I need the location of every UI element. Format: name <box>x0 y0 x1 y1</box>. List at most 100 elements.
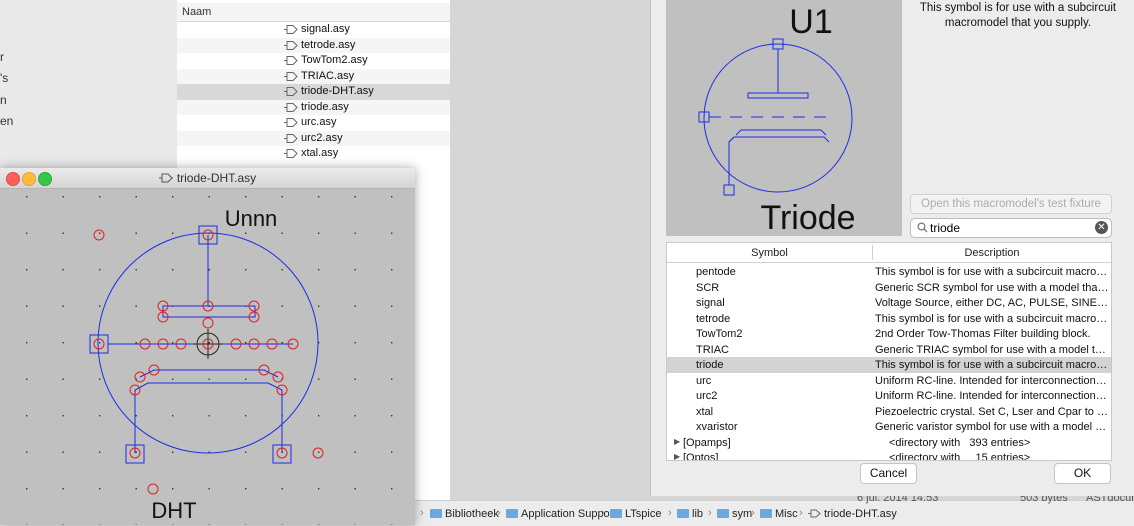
row-description: This symbol is for use with a subcircuit… <box>875 359 1109 371</box>
row-description: This symbol is for use with a subcircuit… <box>875 266 1109 278</box>
plate-electrode[interactable] <box>162 305 256 318</box>
table-row[interactable]: TowTom2 2nd Order Tow-Thomas Filter build… <box>667 326 1111 342</box>
directory-row[interactable]: ▶ [Optos] <directory with 15 entries> <box>667 450 1111 460</box>
sidebar-item[interactable]: n <box>0 93 7 107</box>
column-header-name[interactable]: Naam <box>182 6 211 18</box>
disclosure-triangle-icon[interactable]: ▶ <box>674 437 680 446</box>
grid-dot <box>62 342 64 344</box>
path-crumb[interactable]: sym <box>717 508 752 520</box>
row-symbol: triode <box>696 359 724 371</box>
table-row[interactable]: pentode This symbol is for use with a sub… <box>667 264 1111 280</box>
row-symbol: signal <box>696 297 725 309</box>
file-row[interactable]: signal.asy <box>177 22 450 38</box>
vertex-handle[interactable] <box>147 483 159 495</box>
file-row[interactable]: urc2.asy <box>177 130 450 146</box>
row-symbol: xtal <box>696 405 714 418</box>
chevron-right-icon: › <box>708 507 712 519</box>
filament-lower[interactable] <box>134 382 283 391</box>
file-row[interactable]: TowTom2.asy <box>177 53 450 69</box>
grid-dot <box>135 415 137 417</box>
path-crumb[interactable]: lib <box>677 508 703 520</box>
folder-icon <box>717 509 729 518</box>
grid-dot <box>391 196 393 198</box>
path-crumb-label: lib <box>692 508 704 520</box>
symbol-file-icon <box>284 71 298 81</box>
open-test-fixture-button[interactable]: Open this macromodel's test fixture <box>910 194 1112 214</box>
path-crumb[interactable]: Bibliotheek <box>430 508 499 520</box>
file-name: urc.asy <box>301 116 337 128</box>
table-row[interactable]: urc Uniform RC-line. Intended for interco… <box>667 373 1111 389</box>
column-symbol[interactable]: Symbol <box>667 247 872 259</box>
finder-column-header[interactable]: Naam <box>177 3 450 22</box>
editor-titlebar[interactable]: triode-DHT.asy <box>0 168 415 189</box>
table-row[interactable]: SCR Generic SCR symbol for use with a mod… <box>667 280 1111 296</box>
grid-dot <box>26 342 28 344</box>
sidebar-item[interactable]: en <box>0 114 13 128</box>
chevron-right-icon: › <box>497 507 501 519</box>
grid-dot <box>26 232 28 234</box>
symbol-file-icon <box>158 173 173 183</box>
path-crumb[interactable]: Application Support <box>506 508 616 520</box>
filament-upper[interactable] <box>139 369 279 378</box>
file-row[interactable]: tetrode.asy <box>177 37 450 53</box>
vertex-handle[interactable] <box>202 317 214 329</box>
search-input[interactable] <box>930 220 1090 235</box>
instname-label[interactable]: Unnn <box>225 206 278 231</box>
grid-dot <box>281 269 283 271</box>
value-label[interactable]: DHT <box>151 498 196 523</box>
grid-dot <box>172 451 174 453</box>
sidebar-item[interactable]: 's <box>0 71 8 85</box>
grid-dot <box>318 196 320 198</box>
table-row[interactable]: TRIAC Generic TRIAC symbol for use with a… <box>667 342 1111 358</box>
file-row[interactable]: xtal.asy <box>177 146 450 162</box>
grid-dot <box>62 196 64 198</box>
file-name: TowTom2.asy <box>301 54 368 66</box>
sidebar-item[interactable]: r <box>0 50 4 64</box>
cancel-button[interactable]: Cancel <box>860 463 917 484</box>
row-symbol: urc2 <box>696 390 718 402</box>
path-crumb-label: LTspice <box>625 508 662 520</box>
path-crumb[interactable]: LTspice <box>610 508 661 520</box>
grid-dot <box>99 378 101 380</box>
search-field[interactable]: ✕ <box>910 218 1112 238</box>
vertex-handle[interactable] <box>312 447 324 459</box>
pin-grid[interactable] <box>89 334 109 354</box>
row-description: Uniform RC-line. Intended for interconne… <box>875 374 1109 387</box>
symbol-file-icon <box>284 56 298 65</box>
vertex-handle[interactable] <box>93 229 105 241</box>
row-symbol: TowTom2 <box>696 328 743 340</box>
symbol-canvas[interactable]: Unnn DHT <box>0 189 415 525</box>
disclosure-triangle-icon[interactable]: ▶ <box>674 452 680 460</box>
path-crumb[interactable]: Misc <box>760 508 798 520</box>
table-row[interactable]: tetrode This symbol is for use with a sub… <box>667 311 1111 327</box>
grid-dot <box>99 415 101 417</box>
file-row[interactable]: triode.asy <box>177 99 450 115</box>
file-row[interactable]: triode-DHT.asy <box>177 84 450 100</box>
vertex-handle[interactable] <box>93 338 105 350</box>
file-row[interactable]: TRIAC.asy <box>177 68 450 84</box>
ok-button[interactable]: OK <box>1054 463 1111 484</box>
grid-dot <box>208 342 210 344</box>
grid-dot <box>354 451 356 453</box>
row-description: Generic varistor symbol for use with a m… <box>875 421 1109 433</box>
table-row[interactable]: xtal Piezoelectric crystal. Set C, Lser a… <box>667 404 1111 420</box>
grid-dot <box>208 488 210 490</box>
path-crumb[interactable]: triode-DHT.asy <box>808 508 897 520</box>
grid-dot <box>354 415 356 417</box>
grid-dot <box>281 196 283 198</box>
grid-dot <box>245 415 247 417</box>
grid-dot <box>391 378 393 380</box>
column-description[interactable]: Description <box>873 247 1111 259</box>
clear-search-icon[interactable]: ✕ <box>1095 221 1108 234</box>
table-row[interactable]: triode This symbol is for use with a subc… <box>667 357 1111 373</box>
directory-row[interactable]: ▶ [Opamps] <directory with 393 entries> <box>667 435 1111 451</box>
directory-name: [Opamps] <box>683 436 731 449</box>
row-description: Uniform RC-line. Intended for interconne… <box>875 390 1109 402</box>
file-row[interactable]: urc.asy <box>177 115 450 131</box>
table-row[interactable]: urc2 Uniform RC-line. Intended for interc… <box>667 388 1111 404</box>
grid-dot <box>62 232 64 234</box>
grid-dot <box>62 451 64 453</box>
table-row[interactable]: signal Voltage Source, either DC, AC, PUL… <box>667 295 1111 311</box>
symbol-editor-window: triode-DHT.asy Unnn DHT <box>0 168 415 525</box>
table-row[interactable]: xvaristor Generic varistor symbol for use… <box>667 419 1111 435</box>
